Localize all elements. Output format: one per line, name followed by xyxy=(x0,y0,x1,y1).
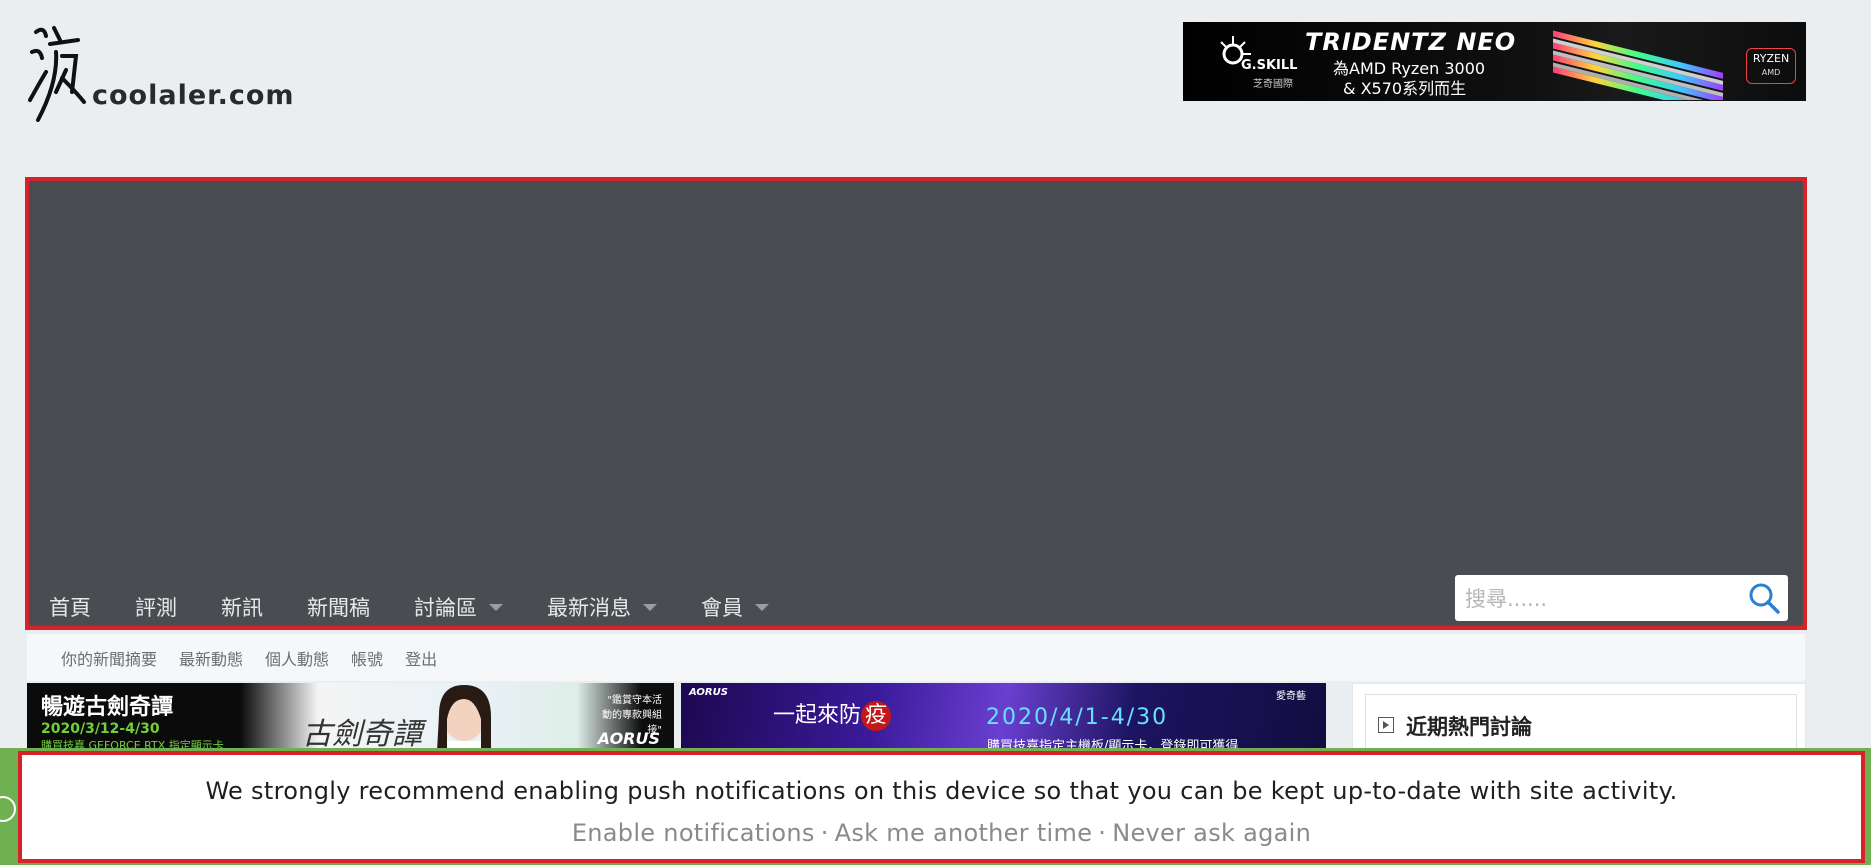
ask-later-link[interactable]: Ask me another time xyxy=(835,819,1093,847)
nav-item-label: 最新消息 xyxy=(547,596,631,620)
ad-line2: & X570系列而生 xyxy=(1343,79,1467,98)
chevron-down-icon[interactable] xyxy=(489,603,503,611)
separator: · xyxy=(1098,819,1107,847)
top-ad-banner[interactable]: G.SKILL 芝奇國際 TRIDENTZ NEO 為AMD Ryzen 300… xyxy=(1183,22,1806,101)
banner-date: 2020/4/1-4/30 xyxy=(986,705,1169,730)
subnav-account[interactable]: 帳號 xyxy=(351,646,383,670)
site-logo[interactable]: coolaler.com xyxy=(26,22,306,122)
nav-item-reviews[interactable]: 評測 xyxy=(135,589,177,625)
push-notification-prompt: We strongly recommend enabling push noti… xyxy=(18,751,1865,863)
subnav-latest-activity[interactable]: 最新動態 xyxy=(179,646,243,670)
nav-item-label: 新聞稿 xyxy=(307,596,370,620)
nav-item-label: 首頁 xyxy=(49,596,91,620)
nav-item-label: 討論區 xyxy=(414,596,477,620)
nav-item-forums[interactable]: 討論區 xyxy=(414,589,503,625)
nav-item-label: 新訊 xyxy=(221,596,263,620)
chevron-down-icon[interactable] xyxy=(643,603,657,611)
spokesperson-image xyxy=(437,685,491,749)
search-icon[interactable] xyxy=(1746,580,1782,616)
ryzen-badge-sub: AMD xyxy=(1761,68,1781,77)
nav-item-news[interactable]: 新訊 xyxy=(221,589,263,625)
nav-item-label: 會員 xyxy=(701,596,743,620)
main-nav: 首頁 評測 新訊 新聞稿 討論區 最新消息 會員 xyxy=(49,589,813,625)
banner-title: 一起來防疫 xyxy=(773,697,892,731)
widget-title: 近期熱門討論 xyxy=(1406,715,1532,739)
banner-partner-logo: 愛奇藝 xyxy=(1276,691,1306,702)
ryzen-badge-label: RYZEN xyxy=(1752,52,1790,65)
search-box xyxy=(1455,575,1788,621)
notice-actions: Enable notifications · Ask me another time… xyxy=(22,819,1861,847)
ad-title: TRIDENTZ NEO xyxy=(1305,28,1517,56)
nav-item-whats-new[interactable]: 最新消息 xyxy=(547,589,657,625)
subnav-news-feed[interactable]: 你的新聞摘要 xyxy=(61,646,157,670)
ad-brand-sub: 芝奇國際 xyxy=(1253,79,1293,90)
promo-banner-gujian[interactable]: 暢遊古劍奇譚 2020/3/12-4/30 購買技嘉 GEFORCE RTX 指… xyxy=(27,683,674,749)
banner-title-circle: 疫 xyxy=(861,701,892,731)
ryzen-badge: RYZEN AMD xyxy=(1746,48,1796,84)
separator: · xyxy=(820,819,829,847)
hot-threads-widget: 近期熱門討論 xyxy=(1365,694,1797,755)
nav-item-press[interactable]: 新聞稿 xyxy=(307,589,370,625)
banner-brand: AORUS xyxy=(689,687,728,698)
sidebar: 近期熱門討論 xyxy=(1352,683,1806,755)
banner-script-text: 古劍奇譚 xyxy=(302,717,422,749)
banner-date: 2020/3/12-4/30 xyxy=(41,721,160,737)
rgb-ram-image xyxy=(1553,30,1723,100)
ad-brand: G.SKILL xyxy=(1241,58,1298,73)
search-input[interactable] xyxy=(1463,583,1737,615)
never-ask-link[interactable]: Never ask again xyxy=(1112,819,1311,847)
subnav-your-activity[interactable]: 個人動態 xyxy=(265,646,329,670)
nav-item-home[interactable]: 首頁 xyxy=(49,589,91,625)
site-header-nav: 首頁 評測 新訊 新聞稿 討論區 最新消息 會員 xyxy=(25,177,1807,630)
banner-title: 暢遊古劍奇譚 xyxy=(41,695,174,720)
banner-brand: AORUS xyxy=(597,729,660,748)
logo-text: coolaler.com xyxy=(92,80,295,111)
brush-calligraphy-logo-icon xyxy=(28,26,86,122)
subnav-logout[interactable]: 登出 xyxy=(405,646,437,670)
notice-message: We strongly recommend enabling push noti… xyxy=(205,777,1678,805)
enable-notifications-link[interactable]: Enable notifications xyxy=(572,819,815,847)
account-subnav: 你的新聞摘要 最新動態 個人動態 帳號 登出 xyxy=(27,634,1805,681)
banner-sub: 購買技嘉指定主機板/顯示卡，登錄即可獲得 xyxy=(987,739,1239,749)
chevron-down-icon[interactable] xyxy=(755,603,769,611)
promo-banner-aorus[interactable]: AORUS 一起來防疫 2020/4/1-4/30 購買技嘉指定主機板/顯示卡，… xyxy=(681,683,1326,749)
notice-side-icon xyxy=(0,796,16,822)
banner-title-pre: 一起來防 xyxy=(773,703,862,728)
collapse-toggle-icon[interactable] xyxy=(1378,717,1394,733)
nav-item-label: 評測 xyxy=(135,596,177,620)
nav-item-members[interactable]: 會員 xyxy=(701,589,769,625)
